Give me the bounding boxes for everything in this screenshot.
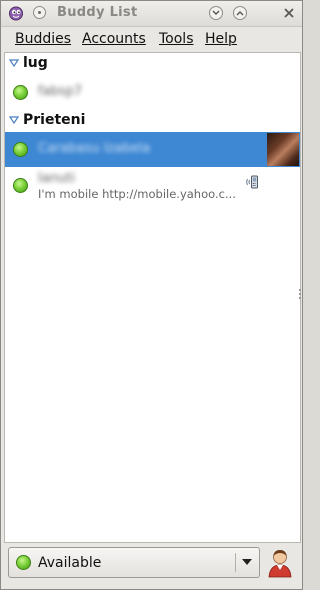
buddy-row[interactable]: Ianuti I'm mobile http://mobile.yahoo.c.…	[5, 169, 300, 205]
available-status-icon	[13, 142, 28, 157]
group-header-lug[interactable]: lug	[5, 53, 300, 75]
title-bar[interactable]: Buddy List	[1, 1, 302, 27]
group-header-prieteni[interactable]: Prieteni	[5, 110, 300, 132]
buddy-avatar	[267, 133, 299, 166]
menu-tools[interactable]: Tools	[159, 31, 194, 47]
available-status-icon	[13, 178, 28, 193]
expander-triangle-icon[interactable]	[9, 59, 19, 67]
buddy-status-message: I'm mobile http://mobile.yahoo.c...	[38, 187, 236, 201]
buddy-list[interactable]: lug fabsp7 Prieteni Carabasu Izabela Ian…	[4, 52, 301, 543]
status-selector[interactable]: Available	[8, 547, 260, 578]
mobile-phone-icon	[246, 175, 258, 189]
group-name: lug	[23, 55, 48, 71]
buddy-name: fabsp7	[38, 84, 83, 99]
group-name: Prieteni	[23, 112, 86, 128]
window-title: Buddy List	[57, 5, 138, 20]
menu-help[interactable]: Help	[205, 31, 237, 47]
chevron-up-icon	[236, 11, 244, 16]
chevron-down-icon	[212, 10, 220, 15]
buddy-list-window: Buddy List Buddies Accounts Tools Help l…	[0, 0, 303, 590]
pidgin-app-icon[interactable]	[8, 5, 24, 21]
minimize-button[interactable]	[209, 6, 223, 20]
buddy-name: Ianuti	[38, 171, 75, 186]
menu-buddies[interactable]: Buddies	[15, 31, 71, 47]
resize-grip[interactable]	[299, 287, 302, 301]
status-label: Available	[38, 555, 102, 571]
user-avatar-icon[interactable]	[267, 548, 293, 578]
maximize-button[interactable]	[233, 6, 247, 20]
dropdown-arrow-icon[interactable]	[242, 559, 252, 565]
menu-bar: Buddies Accounts Tools Help	[1, 27, 302, 51]
expander-triangle-icon[interactable]	[9, 116, 19, 124]
menu-accounts[interactable]: Accounts	[82, 31, 146, 47]
buddy-row-selected[interactable]: Carabasu Izabela	[5, 132, 300, 167]
available-status-icon	[16, 555, 31, 570]
close-icon[interactable]	[282, 6, 296, 20]
status-divider	[235, 553, 236, 572]
buddy-name: Carabasu Izabela	[38, 141, 151, 156]
available-status-icon	[13, 85, 28, 100]
buddy-row[interactable]: fabsp7	[5, 78, 300, 106]
window-menu-button[interactable]	[33, 6, 46, 19]
